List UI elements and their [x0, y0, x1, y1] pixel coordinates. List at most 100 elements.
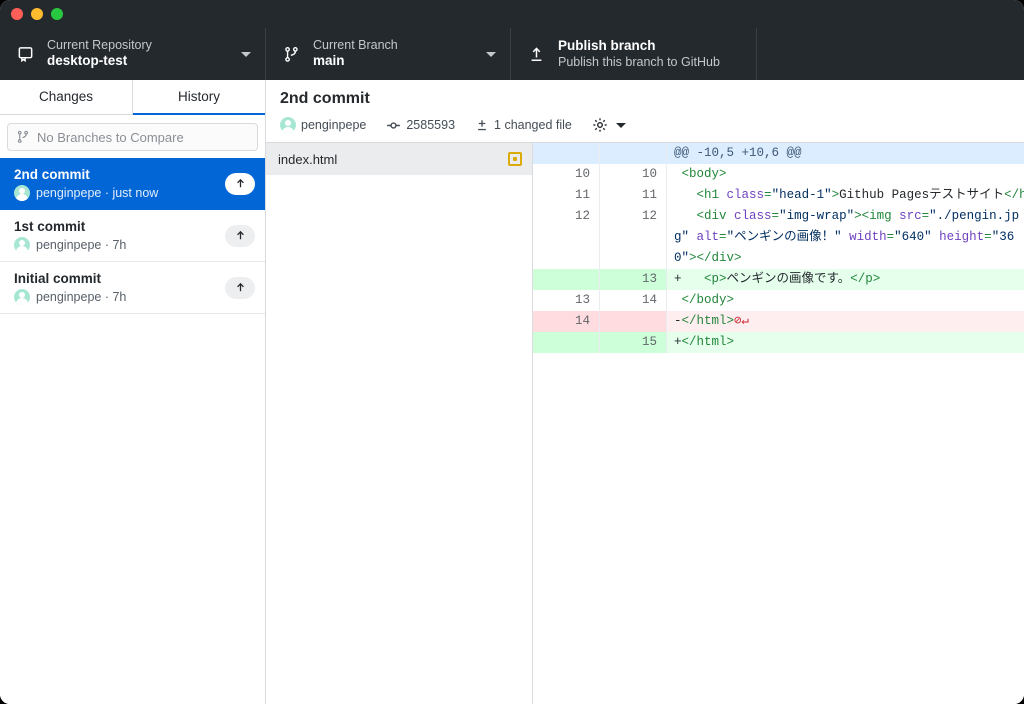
old-line-number: 13: [574, 293, 590, 307]
avatar: [14, 236, 30, 253]
changed-files-count: 1 changed file: [475, 118, 572, 132]
commit-meta: penginpepe · just now: [14, 184, 217, 201]
commit-sha[interactable]: 2585593: [386, 118, 455, 133]
commit-row-main: Initial commit penginpepe · 7h: [14, 271, 217, 305]
commit-author-time: penginpepe · 7h: [36, 237, 127, 252]
main-body: Changes History No Branches to Compare 2…: [0, 80, 1024, 704]
avatar: [14, 288, 30, 305]
list-item[interactable]: Initial commit penginpepe · 7h: [0, 262, 265, 314]
tab-changes[interactable]: Changes: [0, 80, 133, 115]
sidebar: Changes History No Branches to Compare 2…: [0, 80, 266, 704]
list-item[interactable]: index.html: [266, 143, 532, 175]
old-line-number: [533, 332, 599, 353]
current-branch-text: Current Branch main: [313, 38, 398, 71]
branch-icon: [280, 43, 302, 65]
chevron-down-icon: [615, 122, 626, 128]
github-desktop-window: Current Repository desktop-test Current …: [0, 0, 1024, 704]
chevron-down-icon: [241, 52, 251, 57]
modified-dot-icon: [513, 157, 517, 161]
compare-branch-input[interactable]: No Branches to Compare: [7, 123, 258, 151]
commit-row-main: 1st commit penginpepe · 7h: [14, 219, 217, 253]
new-line-number: 12: [599, 206, 666, 269]
new-line-number: 10: [599, 164, 666, 185]
gear-icon: [593, 118, 607, 132]
publish-branch-text: Publish branch Publish this branch to Gi…: [558, 38, 720, 71]
table-row: @@ -10,5 +10,6 @@: [533, 143, 1024, 164]
commit-author-name: penginpepe: [301, 118, 367, 132]
commit-row-main: 2nd commit penginpepe · just now: [14, 167, 217, 201]
commit-sha-value: 2585593: [406, 118, 456, 132]
current-repository-value: desktop-test: [47, 53, 128, 69]
minimize-button[interactable]: [31, 8, 43, 20]
current-repository-button[interactable]: Current Repository desktop-test: [0, 28, 266, 80]
undo-push-button[interactable]: [225, 172, 255, 195]
commit-author-time: penginpepe · 7h: [36, 289, 127, 304]
branch-icon: [16, 130, 30, 144]
old-line-number: 10: [574, 167, 590, 181]
publish-branch-subtitle: Publish this branch to GitHub: [558, 54, 720, 69]
diff-line-content: </body>: [666, 290, 1024, 311]
tab-history[interactable]: History: [133, 80, 265, 115]
compare-branch-wrapper: No Branches to Compare: [0, 115, 265, 158]
old-line-number: 12: [574, 209, 590, 223]
sidebar-tabs: Changes History: [0, 80, 265, 115]
undo-push-button[interactable]: [225, 276, 255, 299]
chevron-down-icon: [486, 52, 496, 57]
diff-options-button[interactable]: [592, 117, 626, 133]
close-button[interactable]: [11, 8, 23, 20]
arrow-up-icon: [236, 282, 244, 292]
table-row: 12 12 <div class="img-wrap"><img src="./…: [533, 206, 1024, 269]
table-row: 14 -</html>⊘↵: [533, 311, 1024, 332]
commit-detail-pane: 2nd commit penginpepe 2585593 1 changed …: [266, 80, 1024, 704]
status-badge: [508, 152, 522, 166]
diff-line-content: + <p>ペンギンの画像です。</p>: [666, 269, 1024, 290]
table-row: 13 14 </body>: [533, 290, 1024, 311]
avatar: [14, 184, 30, 201]
maximize-button[interactable]: [51, 8, 63, 20]
toolbar: Current Repository desktop-test Current …: [0, 28, 1024, 80]
commit-meta: penginpepe · 7h: [14, 236, 217, 253]
current-branch-button[interactable]: Current Branch main: [266, 28, 511, 80]
list-item[interactable]: 1st commit penginpepe · 7h: [0, 210, 265, 262]
old-line-number: [533, 143, 599, 164]
files-and-diff: index.html @@ -10,5 +10,6 @@ 10 10 <body…: [266, 143, 1024, 704]
diff-viewer[interactable]: @@ -10,5 +10,6 @@ 10 10 <body> 11 11 <h1…: [533, 143, 1024, 704]
avatar: [280, 117, 296, 133]
list-item[interactable]: 2nd commit penginpepe · just now: [0, 158, 265, 210]
diff-hunk-header: @@ -10,5 +10,6 @@: [666, 143, 1024, 164]
old-line-number: 14: [533, 311, 599, 332]
undo-push-button[interactable]: [225, 224, 255, 247]
current-repository-text: Current Repository desktop-test: [47, 38, 152, 71]
commit-icon: [387, 121, 401, 129]
old-line-number: [533, 269, 599, 290]
new-line-number: 15: [599, 332, 666, 353]
file-name: index.html: [278, 151, 338, 167]
changed-file-list[interactable]: index.html: [266, 143, 533, 704]
diff-line-content: +</html>: [666, 332, 1024, 353]
commit-summary: Initial commit: [14, 270, 102, 286]
new-line-number: 14: [599, 290, 666, 311]
commit-summary: 2nd commit: [14, 166, 90, 182]
upload-icon: [525, 43, 547, 65]
commit-list[interactable]: 2nd commit penginpepe · just now 1st com…: [0, 158, 265, 704]
publish-branch-button[interactable]: Publish branch Publish this branch to Gi…: [511, 28, 757, 80]
new-line-number: 11: [599, 185, 666, 206]
new-line-number: [599, 143, 666, 164]
commit-summary: 1st commit: [14, 218, 86, 234]
diff-line-content: <div class="img-wrap"><img src="./pengin…: [666, 206, 1024, 269]
new-line-number: [599, 311, 666, 332]
current-branch-label: Current Branch: [313, 37, 398, 52]
table-row: 15 +</html>: [533, 332, 1024, 353]
table-row: 13 + <p>ペンギンの画像です。</p>: [533, 269, 1024, 290]
commit-author: penginpepe: [280, 117, 366, 133]
table-row: 10 10 <body>: [533, 164, 1024, 185]
diff-line-content: <h1 class="head-1">Github Pagesテストサイト</h…: [666, 185, 1024, 206]
table-row: 11 11 <h1 class="head-1">Github Pagesテスト…: [533, 185, 1024, 206]
commit-detail-meta: penginpepe 2585593 1 changed file: [280, 117, 1010, 133]
current-repository-label: Current Repository: [47, 37, 152, 52]
diff-plus-icon: [478, 120, 486, 131]
toolbar-filler: [757, 28, 1024, 80]
no-newline-icon: ⊘↵: [734, 314, 750, 328]
compare-branch-placeholder: No Branches to Compare: [37, 129, 184, 145]
current-branch-value: main: [313, 53, 345, 69]
